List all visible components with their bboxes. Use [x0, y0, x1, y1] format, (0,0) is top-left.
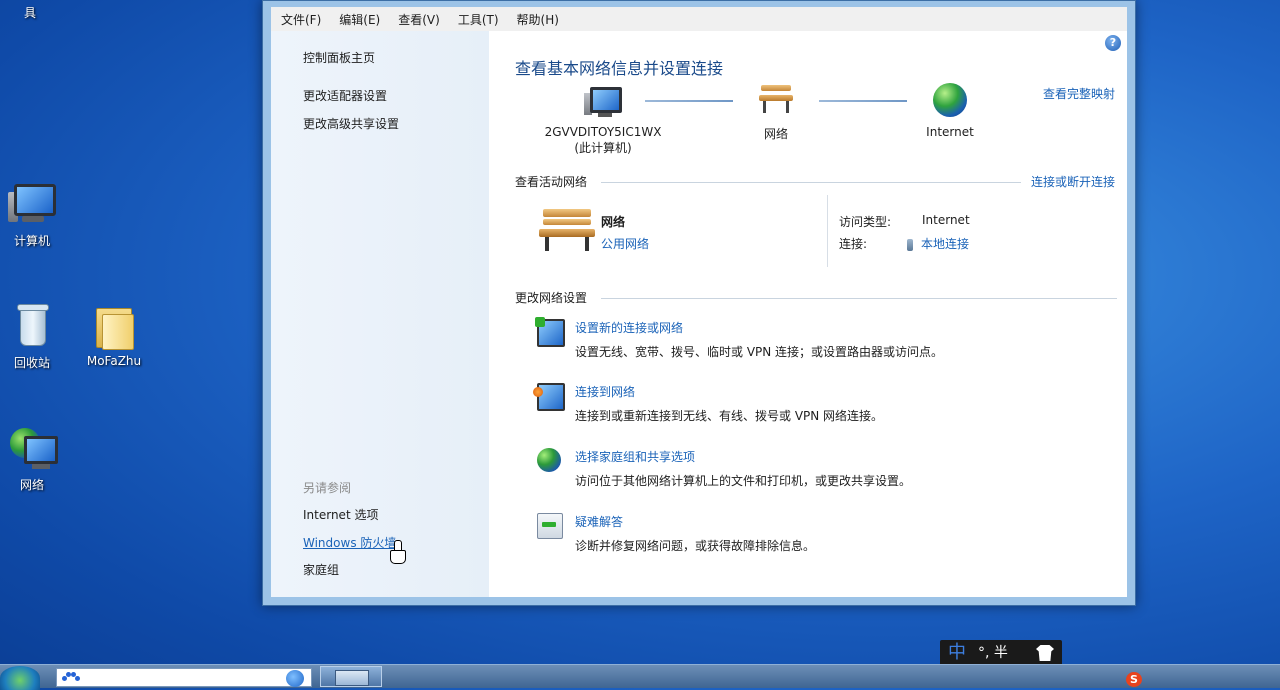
- computer-name: 2GVVDITOY5IC1WX: [544, 125, 662, 139]
- system-tray[interactable]: [1150, 672, 1260, 687]
- computer-icon: [584, 83, 622, 117]
- ime-chinese-mode[interactable]: 中: [948, 640, 966, 666]
- globe-icon: [933, 83, 967, 117]
- view-full-map-link[interactable]: 查看完整映射: [1043, 85, 1115, 102]
- task-title[interactable]: 选择家庭组和共享选项: [575, 448, 695, 465]
- desktop-top-label: 具: [24, 6, 37, 20]
- folder-icon: [90, 302, 138, 350]
- computer-icon: [8, 180, 56, 228]
- active-network-name: 网络: [601, 215, 626, 229]
- map-node-internet[interactable]: Internet: [915, 83, 985, 139]
- menu-view[interactable]: 查看(V): [398, 11, 440, 28]
- map-node-computer[interactable]: 2GVVDITOY5IC1WX (此计算机): [533, 83, 673, 156]
- task-description: 访问位于其他网络计算机上的文件和打印机，或更改共享设置。: [575, 474, 912, 488]
- connect-disconnect-link[interactable]: 连接或断开连接: [1031, 173, 1115, 190]
- start-button-icon[interactable]: [0, 666, 40, 690]
- search-go-icon[interactable]: [286, 670, 304, 687]
- ime-skin-icon[interactable]: [1036, 645, 1054, 661]
- task-title[interactable]: 疑难解答: [575, 513, 623, 530]
- left-pane: 控制面板主页 更改适配器设置 更改高级共享设置 另请参阅 Internet 选项…: [271, 31, 489, 597]
- page-title: 查看基本网络信息并设置连接: [515, 59, 724, 78]
- task-description: 设置无线、宽带、拨号、临时或 VPN 连接；或设置路由器或访问点。: [575, 345, 944, 359]
- control-panel-home-link[interactable]: 控制面板主页: [303, 49, 375, 66]
- change-adapter-settings-link[interactable]: 更改适配器设置: [303, 87, 387, 104]
- menu-tools[interactable]: 工具(T): [458, 11, 499, 28]
- task-description: 诊断并修复网络问题，或获得故障排除信息。: [575, 539, 816, 553]
- task-description: 连接到或重新连接到无线、有线、拨号或 VPN 网络连接。: [575, 409, 884, 423]
- recycle-bin-icon: [8, 302, 56, 350]
- see-also-heading: 另请参阅: [303, 481, 352, 495]
- desktop-icon-label: 计算机: [13, 234, 50, 248]
- network-sharing-center-window: 文件(F) 编辑(E) 查看(V) 工具(T) 帮助(H) 控制面板主页 更改适…: [262, 0, 1136, 606]
- window-thumbnail-icon: [335, 670, 369, 686]
- internet-options-link[interactable]: Internet 选项: [303, 506, 378, 523]
- desktop-icon-label: MoFaZhu: [86, 354, 142, 368]
- network-label: 网络: [763, 127, 788, 141]
- local-connection-link[interactable]: 本地连接: [921, 237, 969, 251]
- menu-help[interactable]: 帮助(H): [517, 11, 559, 28]
- help-icon[interactable]: ?: [1105, 35, 1121, 51]
- desktop-icon-network[interactable]: 网络: [0, 424, 64, 493]
- desktop-icon-recycle-bin[interactable]: 回收站: [0, 302, 64, 371]
- baidu-paw-icon: [62, 672, 80, 686]
- ime-punct-width[interactable]: °, 半: [978, 640, 1008, 666]
- map-connector: [645, 100, 733, 102]
- internet-label: Internet: [926, 125, 974, 139]
- taskbar-search-input[interactable]: [56, 668, 312, 687]
- homegroup-link[interactable]: 家庭组: [303, 561, 339, 578]
- taskbar-window-button[interactable]: [320, 666, 382, 687]
- section-divider: [601, 298, 1117, 299]
- network-type-link[interactable]: 公用网络: [601, 235, 649, 252]
- task-title[interactable]: 设置新的连接或网络: [575, 319, 683, 336]
- bench-icon: [539, 207, 595, 253]
- map-connector: [819, 100, 907, 102]
- content-area: 控制面板主页 更改适配器设置 更改高级共享设置 另请参阅 Internet 选项…: [271, 31, 1127, 597]
- ime-toolbar[interactable]: 中 °, 半: [940, 640, 1062, 666]
- menu-edit[interactable]: 编辑(E): [339, 11, 380, 28]
- change-advanced-sharing-link[interactable]: 更改高级共享设置: [303, 115, 399, 132]
- menu-bar: 文件(F) 编辑(E) 查看(V) 工具(T) 帮助(H): [271, 7, 1127, 32]
- windows-firewall-link[interactable]: Windows 防火墙: [303, 534, 396, 551]
- computer-sublabel: (此计算机): [574, 141, 632, 155]
- desktop-icon-folder[interactable]: MoFaZhu: [82, 302, 146, 368]
- connect-network-icon: [533, 383, 565, 411]
- connection-label: 连接:: [839, 237, 868, 251]
- desktop-icon-label: 网络: [19, 478, 44, 492]
- network-icon: [8, 424, 58, 472]
- access-type-value: Internet: [922, 213, 970, 227]
- desktop-icon-label: 回收站: [13, 356, 50, 370]
- map-node-network[interactable]: 网络: [745, 83, 807, 142]
- bench-icon: [757, 83, 795, 117]
- sogou-tray-icon[interactable]: S: [1126, 672, 1142, 687]
- section-divider: [601, 182, 1021, 183]
- vertical-separator: [827, 195, 828, 267]
- desktop-icon-computer[interactable]: 计算机: [0, 180, 64, 249]
- setup-connection-icon: [535, 317, 565, 347]
- troubleshoot-icon: [537, 513, 563, 539]
- menu-file[interactable]: 文件(F): [281, 11, 321, 28]
- homegroup-icon: [537, 448, 561, 472]
- task-title[interactable]: 连接到网络: [575, 383, 635, 400]
- hand-cursor-icon: [390, 540, 406, 564]
- ethernet-icon: [907, 238, 913, 251]
- change-settings-heading: 更改网络设置: [515, 291, 588, 305]
- connection-value-wrap: 本地连接: [907, 235, 969, 252]
- access-type-label: 访问类型:: [839, 215, 892, 229]
- active-networks-heading: 查看活动网络: [515, 175, 588, 189]
